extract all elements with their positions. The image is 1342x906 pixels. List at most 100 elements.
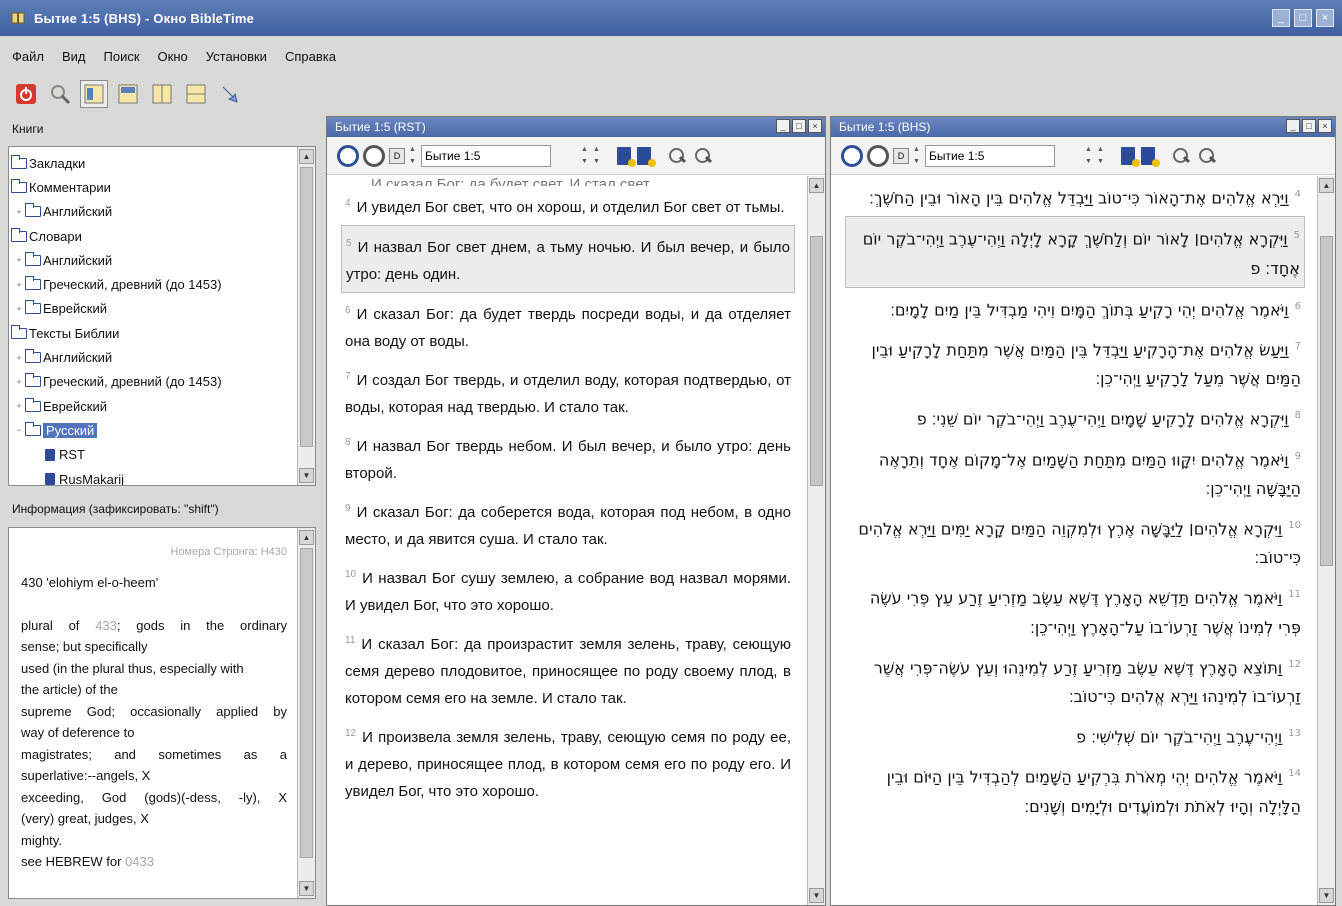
rst-verse[interactable]: 10 И назвал Бог сушу землею, а собрание в… xyxy=(341,557,795,623)
tile-horizontal-button[interactable] xyxy=(182,80,210,108)
bhs-minimize-button[interactable]: _ xyxy=(1286,119,1300,133)
bhs-verse[interactable]: 6 וַיֹּאמֶר אֱלֹהִים יְהִי רָקִיעַ בְּתוֹ… xyxy=(845,288,1305,328)
bhs-verse[interactable]: 14וַיֹּאמֶר אֱלֹהִים יְהִי מְאֹרֹת בִּרְ… xyxy=(845,755,1305,824)
bhs-verse[interactable]: 9וַיֹּאמֶר אֱלֹהִים יִקָּווּ הַמַּיִם מִ… xyxy=(845,438,1305,507)
rst-module-menu-button[interactable]: D xyxy=(389,147,405,164)
verse-number[interactable]: 13 xyxy=(1288,728,1301,739)
rst-verse[interactable]: 8И назвал Бог твердь небом. И был вечер,… xyxy=(341,425,795,491)
show-bookshelf-button[interactable] xyxy=(80,80,108,108)
bhs-chapter-spinner[interactable]: ▲ ▼ xyxy=(1085,145,1093,167)
verse-number[interactable]: 12 xyxy=(1288,659,1301,670)
close-window-button[interactable]: × xyxy=(1316,9,1334,27)
verse-number[interactable]: 11 xyxy=(1288,589,1301,600)
bookshelf-tree-row[interactable]: Словари xyxy=(9,224,297,248)
search-button[interactable] xyxy=(46,80,74,108)
menu-view[interactable]: Вид xyxy=(62,49,86,64)
rst-minimize-button[interactable]: _ xyxy=(776,119,790,133)
rst-key-input[interactable] xyxy=(421,144,551,167)
scroll-down-arrow-icon[interactable]: ▼ xyxy=(299,881,314,896)
rst-verse[interactable]: 9И сказал Бог: да соберется вода, котора… xyxy=(341,491,795,557)
expand-icon[interactable]: + xyxy=(13,377,25,387)
verse-number[interactable]: 9 xyxy=(345,503,351,514)
bookshelf-tree-row[interactable]: − Русский xyxy=(9,418,297,442)
quit-button[interactable] xyxy=(12,80,40,108)
menu-help[interactable]: Справка xyxy=(285,49,336,64)
verse-number[interactable]: 8 xyxy=(1295,410,1301,421)
verse-number[interactable]: 6 xyxy=(345,305,351,316)
bhs-verse[interactable]: 4 וַיַּרְא אֱלֹהִים אֶת־הָאוֹר כִּי־טוֹב … xyxy=(845,176,1305,216)
scroll-thumb[interactable] xyxy=(1320,236,1333,566)
menu-search[interactable]: Поиск xyxy=(104,49,140,64)
expand-icon[interactable]: + xyxy=(13,255,25,265)
expand-icon[interactable]: + xyxy=(13,304,25,314)
rst-verse[interactable]: 4 И увидел Бог свет, что он хорош, и отде… xyxy=(341,186,795,225)
scroll-up-arrow-icon[interactable]: ▲ xyxy=(299,530,314,545)
rst-maximize-button[interactable]: □ xyxy=(792,119,806,133)
scroll-up-arrow-icon[interactable]: ▲ xyxy=(1319,178,1334,193)
scroll-down-arrow-icon[interactable]: ▼ xyxy=(809,888,824,903)
bookshelf-tree-row[interactable]: + Английский xyxy=(9,200,297,224)
bhs-verse[interactable]: 10וַיִּקְרָא אֱלֹהִים׀ לַיַּבָּשָׁה אֶרֶ… xyxy=(845,507,1305,576)
rst-close-button[interactable]: × xyxy=(808,119,822,133)
bhs-bookmark-edit-icon[interactable] xyxy=(1141,146,1160,167)
rst-bookmark-edit-icon[interactable] xyxy=(637,146,656,167)
expand-icon[interactable]: + xyxy=(13,353,25,363)
rst-module-chooser-2-icon[interactable] xyxy=(363,144,385,167)
bookshelf-tree-row[interactable]: Комментарии xyxy=(9,175,297,199)
info-scrollbar[interactable]: ▲ ▼ xyxy=(297,528,315,898)
bookshelf-tree-row[interactable]: Тексты Библии xyxy=(9,321,297,345)
rst-book-spinner[interactable]: ▲ ▼ xyxy=(409,145,417,167)
bhs-search-green-icon[interactable] xyxy=(1197,146,1217,166)
verse-number[interactable]: 14 xyxy=(1288,768,1301,779)
collapse-icon[interactable]: − xyxy=(13,425,25,435)
rst-search-icon[interactable] xyxy=(667,146,687,166)
cascade-button[interactable] xyxy=(216,80,244,108)
bhs-book-spinner[interactable]: ▲ ▼ xyxy=(913,145,921,167)
scroll-down-arrow-icon[interactable]: ▼ xyxy=(299,468,314,483)
tile-vertical-button[interactable] xyxy=(148,80,176,108)
scroll-up-arrow-icon[interactable]: ▲ xyxy=(809,178,824,193)
verse-number[interactable]: 11 xyxy=(345,635,355,646)
bhs-verse[interactable]: 11וַיֹּאמֶר אֱלֹהִים תַּדְשֵׁא הָאָרֶץ ד… xyxy=(845,576,1305,645)
scroll-thumb[interactable] xyxy=(300,548,313,858)
verse-number[interactable]: 5 xyxy=(1294,230,1300,241)
scroll-thumb[interactable] xyxy=(810,236,823,486)
maximize-window-button[interactable]: □ xyxy=(1294,9,1312,27)
bhs-module-chooser-2-icon[interactable] xyxy=(867,144,889,167)
expand-icon[interactable]: + xyxy=(13,207,25,217)
bhs-module-menu-button[interactable]: D xyxy=(893,147,909,164)
bhs-module-chooser-icon[interactable] xyxy=(841,144,863,167)
expand-icon[interactable]: + xyxy=(13,280,25,290)
verse-number[interactable]: 12 xyxy=(345,728,356,739)
verse-number[interactable]: 4 xyxy=(1295,189,1301,200)
bookshelf-tree-row[interactable]: + Еврейский xyxy=(9,297,297,321)
bhs-scrollbar[interactable]: ▲ ▼ xyxy=(1317,176,1335,905)
verse-number[interactable]: 7 xyxy=(345,371,351,382)
menu-settings[interactable]: Установки xyxy=(206,49,267,64)
bookshelf-tree-row[interactable]: RusMakarij xyxy=(9,467,297,485)
rst-verse[interactable]: 5И назвал Бог свет днем, а тьму ночью. И… xyxy=(341,225,795,293)
bhs-search-icon[interactable] xyxy=(1171,146,1191,166)
expand-icon[interactable]: + xyxy=(13,401,25,411)
menu-file[interactable]: Файл xyxy=(12,49,44,64)
bhs-verse[interactable]: 7וַיַּעַשׂ אֱלֹהִים אֶת־הָרָקִיעַ וַיַּב… xyxy=(845,328,1305,397)
rst-verse[interactable]: 6И сказал Бог: да будет твердь посреди в… xyxy=(341,293,795,359)
bookshelf-tree-row[interactable]: + Греческий, древний (до 1453) xyxy=(9,370,297,394)
verse-number[interactable]: 8 xyxy=(345,437,351,448)
bhs-close-button[interactable]: × xyxy=(1318,119,1332,133)
bhs-bookmark-add-icon[interactable] xyxy=(1121,146,1140,167)
bookshelf-tree-row[interactable]: + Английский xyxy=(9,345,297,369)
bookshelf-tree-row[interactable]: RST xyxy=(9,443,297,467)
bhs-verse[interactable]: 12וַתּוֹצֵא הָאָרֶץ דֶּשֶׁא עֵשֶׂב מַזְר… xyxy=(845,646,1305,715)
bookshelf-scrollbar[interactable]: ▲ ▼ xyxy=(297,147,315,485)
verse-number[interactable]: 7 xyxy=(1295,341,1301,352)
bookshelf-tree-row[interactable]: Закладки xyxy=(9,151,297,175)
bookshelf-tree-row[interactable]: + Греческий, древний (до 1453) xyxy=(9,272,297,296)
rst-bookmark-add-icon[interactable] xyxy=(617,146,636,167)
menu-window[interactable]: Окно xyxy=(158,49,188,64)
verse-number[interactable]: 4 xyxy=(345,198,351,209)
rst-module-chooser-icon[interactable] xyxy=(337,144,359,167)
rst-verse-spinner[interactable]: ▲ ▼ xyxy=(593,145,601,167)
verse-number[interactable]: 10 xyxy=(1288,520,1301,531)
bhs-verse[interactable]: 8 וַיִּקְרָא אֱלֹהִים לָרָקִיעַ שָׁמָיִם … xyxy=(845,397,1305,437)
